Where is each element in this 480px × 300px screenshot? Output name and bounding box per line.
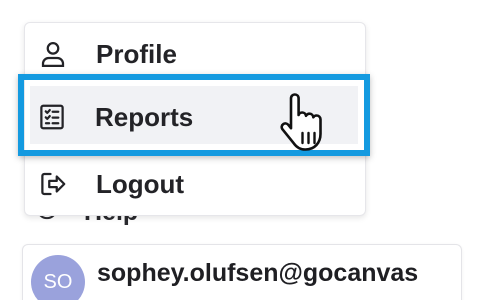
logout-icon bbox=[38, 169, 68, 199]
avatar: SO bbox=[31, 255, 85, 300]
menu-item-logout[interactable]: Logout bbox=[25, 155, 365, 213]
menu-item-label: Profile bbox=[96, 38, 177, 69]
stage: Help Profile Logout bbox=[0, 0, 480, 300]
user-account-card[interactable]: SO sophey.olufsen@gocanvas bbox=[22, 244, 462, 300]
menu-item-label: Logout bbox=[96, 168, 185, 199]
hand-cursor-icon bbox=[274, 92, 336, 154]
user-email: sophey.olufsen@gocanvas bbox=[97, 259, 419, 287]
checklist-icon bbox=[37, 102, 67, 132]
user-icon bbox=[38, 39, 68, 69]
menu-item-label: Reports bbox=[95, 101, 194, 132]
